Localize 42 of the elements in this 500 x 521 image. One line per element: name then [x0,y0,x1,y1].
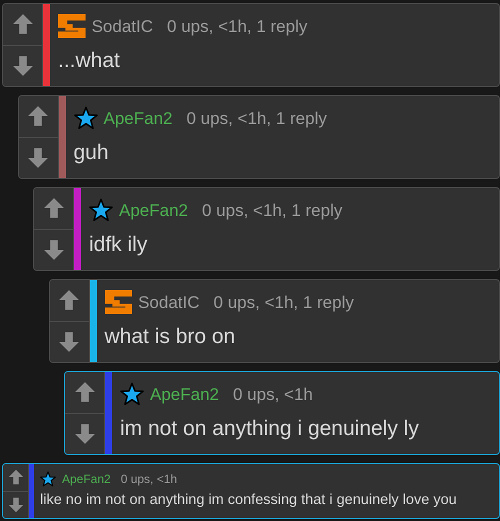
comment-text: im not on anything i genuinely ly [120,416,419,442]
comment-text: idfk ily [89,232,148,258]
blocks-logo-icon [58,14,86,38]
star-icon [40,471,56,488]
upvote-button[interactable] [50,280,88,322]
down-arrow-icon [27,146,49,169]
star-icon [120,382,144,406]
comment-meta: 0 ups, <1h [120,471,178,488]
down-arrow-icon [12,54,34,77]
upvote-button[interactable] [3,4,42,46]
up-arrow-icon [12,13,34,36]
comment-meta: 0 ups, <1h, 1 reply [202,200,342,222]
username-link[interactable]: ApeFan2 [119,198,188,223]
star-icon [74,106,98,130]
up-arrow-icon [42,197,64,220]
up-arrow-icon [58,289,80,312]
comment-meta: 0 ups, <1h, 1 reply [167,16,308,38]
upvote-button[interactable] [65,372,104,414]
up-arrow-icon [74,381,96,404]
comment-text: ...what [58,48,121,74]
comment-meta: 0 ups, <1h, 1 reply [186,108,327,130]
comment-meta: 0 ups, <1h [233,384,313,406]
down-arrow-icon [42,238,64,261]
comment-text: like no im not on anything im confessing that i genuinely love you [40,491,457,510]
username-link[interactable]: ApeFan2 [62,470,111,488]
up-arrow-icon [8,469,24,486]
star-icon [89,198,113,222]
username-link[interactable]: ApeFan2 [150,382,219,407]
blocks-logo-icon [104,290,132,314]
down-arrow-icon [58,330,80,353]
down-arrow-icon [8,496,24,513]
comment-meta: 0 ups, <1h, 1 reply [214,292,354,314]
up-arrow-icon [27,105,49,128]
username-link[interactable]: ApeFan2 [104,106,172,131]
upvote-button[interactable] [18,96,58,138]
comment-text: guh [74,140,110,166]
username-link[interactable]: SodatIC [138,290,200,315]
username-link[interactable]: SodatIC [92,14,154,39]
upvote-button[interactable] [34,188,73,230]
down-arrow-icon [74,422,96,445]
upvote-button[interactable] [3,464,28,492]
comment-text: what is bro on [104,324,236,350]
